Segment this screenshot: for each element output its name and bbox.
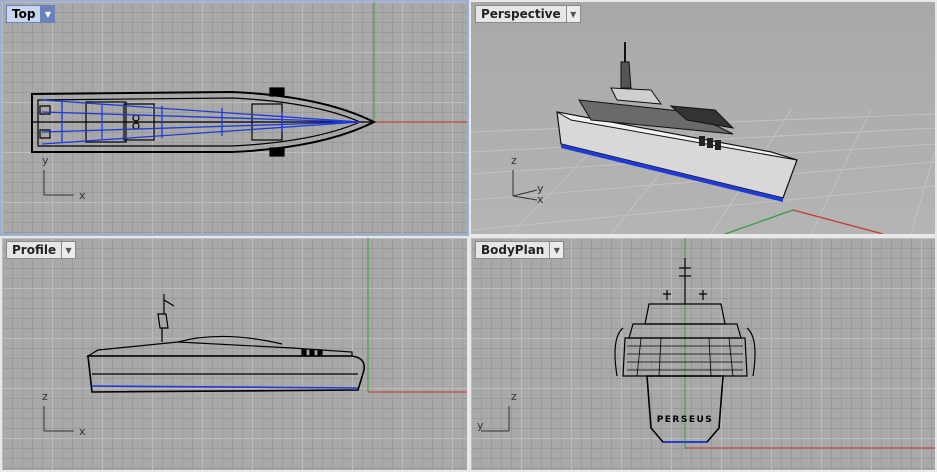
axis-gizmo [481, 406, 510, 432]
yacht-perspective [556, 42, 798, 202]
y-axis-line [724, 209, 794, 234]
axis-label-y: y [477, 419, 484, 432]
profile-view-drawing: z x [42, 238, 467, 438]
viewport-title-bodyplan[interactable]: BodyPlan ▼ [475, 241, 565, 259]
axis-label-z: z [42, 390, 48, 403]
axis-gizmo [43, 406, 74, 432]
axis-label-x: x [79, 425, 86, 438]
chevron-down-icon[interactable]: ▼ [62, 241, 77, 259]
viewport-label[interactable]: Perspective [475, 5, 567, 23]
axis-label-x: x [537, 193, 544, 206]
yacht-profile [85, 294, 366, 393]
bodyplan-view-drawing: PERSEUS z y [477, 238, 935, 449]
axis-label-z: z [511, 154, 517, 167]
viewport-title-top[interactable]: Top ▼ [6, 5, 56, 23]
x-axis-line [792, 209, 884, 234]
viewport-top[interactable]: Top ▼ y x [0, 0, 469, 236]
hull-name-text: PERSEUS [657, 415, 714, 425]
axis-label-y: y [42, 154, 49, 167]
axis-label-z: z [511, 390, 517, 403]
waterline-curve [91, 385, 359, 389]
viewport-grid: Top ▼ y x Perspective ▼ z y x Profile ▼ … [0, 0, 937, 472]
viewport-profile[interactable]: Profile ▼ z x [0, 236, 469, 472]
viewport-title-perspective[interactable]: Perspective ▼ [475, 5, 581, 23]
viewport-perspective[interactable]: Perspective ▼ z y x [469, 0, 937, 236]
chevron-down-icon[interactable]: ▼ [550, 241, 565, 259]
viewport-label[interactable]: Profile [6, 241, 63, 259]
yacht-plan [31, 87, 377, 157]
chevron-down-icon[interactable]: ▼ [566, 5, 581, 23]
axis-label-x: x [79, 189, 86, 202]
viewport-label[interactable]: Top [6, 5, 42, 23]
top-view-drawing: y x [31, 2, 467, 202]
viewport-label[interactable]: BodyPlan [475, 241, 551, 259]
viewport-title-profile[interactable]: Profile ▼ [6, 241, 77, 259]
axis-gizmo [43, 170, 74, 196]
perspective-view-drawing: z y x [471, 42, 935, 234]
chevron-down-icon[interactable]: ▼ [41, 5, 56, 23]
viewport-bodyplan[interactable]: BodyPlan ▼ PERSEUS z y [469, 236, 937, 472]
